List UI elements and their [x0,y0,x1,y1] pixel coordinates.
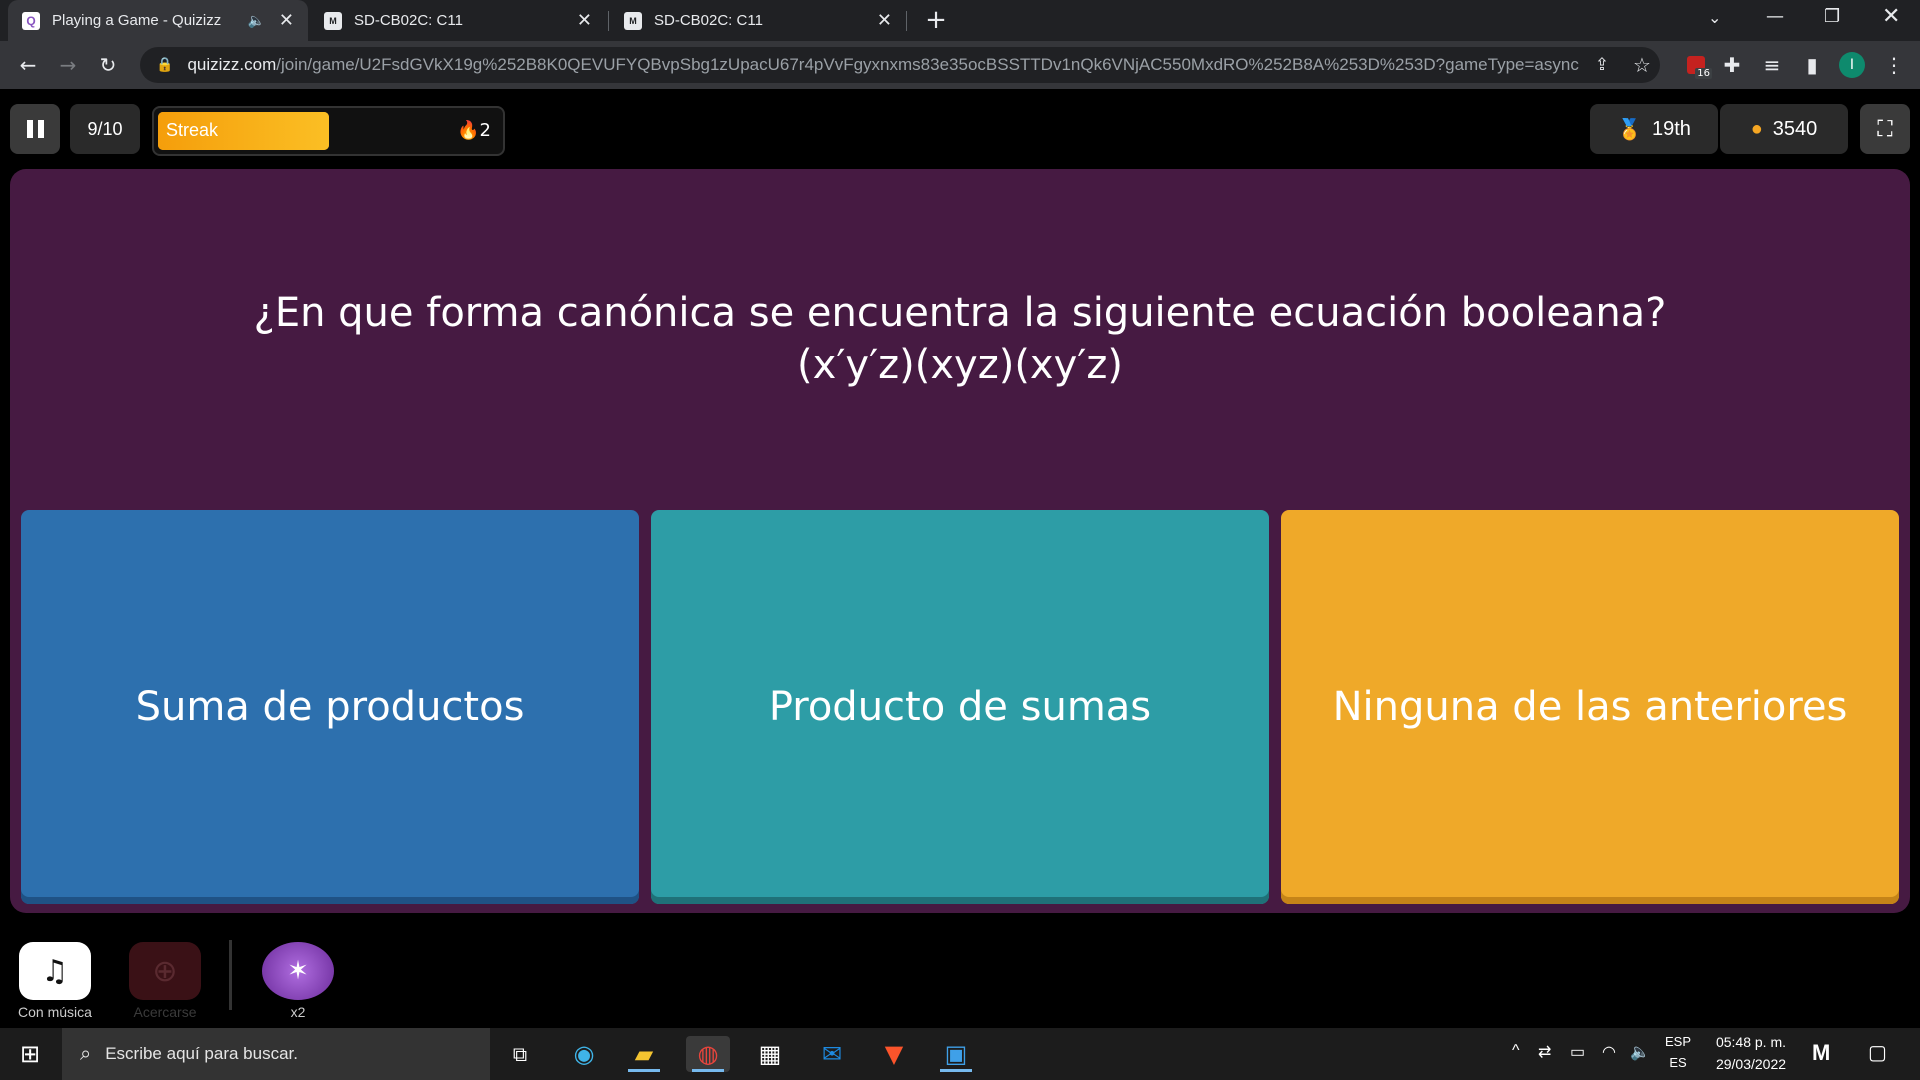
notifications-icon[interactable]: ▢ [1868,1040,1887,1065]
answer-option-3[interactable]: Ninguna de las anteriores [1281,510,1899,904]
clock-date: 29/03/2022 [1715,1056,1787,1072]
mail-icon[interactable]: ✉ [810,1036,854,1072]
search-icon: ⌕ [80,1042,92,1065]
tab-title: Playing a Game - Quizizz [52,12,222,29]
taskbar-search[interactable]: ⌕ Escribe aquí para buscar. [62,1028,490,1080]
music-button[interactable]: ♫ [19,942,91,1000]
quizizz-icon: Q [22,11,40,30]
question-text: ¿En que forma canónica se encuentra la s… [10,287,1910,391]
close-window-button[interactable]: ✕ [1882,4,1900,29]
tab-moodle-2[interactable]: M SD-CB02C: C11 ✕ [610,0,906,41]
flame-icon: 🔥 [457,120,480,141]
double-points-label: x2 [290,1004,306,1020]
answer-option-1[interactable]: Suma de productos [21,510,639,904]
file-explorer-icon[interactable]: ▰ [622,1036,666,1072]
streak-bar: Streak 🔥2 [152,106,505,156]
network-adapter-icon[interactable]: ⇄ [1538,1042,1551,1062]
moodle-icon: M [324,11,342,30]
bookmark-star-icon[interactable]: ☆ [1626,49,1658,81]
clock[interactable]: 05:48 p. m. 29/03/2022 [1706,1034,1796,1072]
streak-count: 🔥2 [457,120,491,141]
double-points-button[interactable]: ✶ [262,942,334,1000]
microsoft-store-icon[interactable]: ▦ [748,1036,792,1072]
option-label: Ninguna de las anteriores [1332,684,1848,730]
tab-moodle-1[interactable]: M SD-CB02C: C11 ✕ [310,0,606,41]
language-indicator[interactable]: ESP ES [1660,1034,1696,1070]
tab-quizizz[interactable]: Q Playing a Game - Quizizz 🔈 ✕ [8,0,308,41]
minimize-button[interactable]: — [1766,6,1784,27]
zoom-button[interactable]: ⊕ [129,942,201,1000]
extension-icon[interactable]: 16 [1680,49,1712,81]
forward-icon[interactable]: → [52,49,84,81]
edge-icon[interactable]: ◉ [562,1036,606,1072]
tab-separator [906,11,907,31]
reload-icon[interactable]: ↻ [92,49,124,81]
quiz-app: 9/10 Streak 🔥2 🏅 19th ● 3540 ⛶ ¿En que for… [0,89,1920,1028]
fullscreen-button[interactable]: ⛶ [1860,104,1910,154]
tab-search-icon[interactable]: ⌄ [1708,8,1721,27]
coin-icon: ● [1750,117,1763,140]
address-bar[interactable]: 🔒 quizizz.com/join/game/U2FsdGVkX19g%252… [140,47,1660,83]
windows-start-icon[interactable]: ⊞ [8,1036,52,1072]
lock-icon: 🔒 [156,57,174,73]
back-icon[interactable]: ← [12,49,44,81]
photos-icon[interactable]: ▣ [934,1036,978,1072]
tab-separator [608,11,609,31]
restore-button[interactable]: ❐ [1824,6,1840,27]
double-points-icon: ✶ [287,956,309,986]
close-tab-icon[interactable]: ✕ [877,10,892,31]
tab-title: SD-CB02C: C11 [654,12,763,29]
question-line-1: ¿En que forma canónica se encuentra la s… [253,290,1667,336]
option-label: Producto de sumas [768,684,1152,730]
avatar[interactable]: I [1836,49,1868,81]
music-note-icon: ♫ [41,953,69,989]
close-tab-icon[interactable]: ✕ [577,10,592,31]
clock-time: 05:48 p. m. [1715,1034,1787,1050]
wifi-icon[interactable]: ◠ [1602,1042,1616,1062]
music-label: Con música [18,1004,92,1020]
powerup-divider [229,940,232,1010]
tab-title: SD-CB02C: C11 [354,12,463,29]
speaker-icon[interactable]: 🔈 [247,12,264,29]
question-line-2: (x′y′z)(xyz)(xy′z) [797,342,1123,388]
question-progress: 9/10 [70,104,140,154]
pause-button[interactable] [10,104,60,154]
volume-icon[interactable]: 🔈 [1630,1042,1650,1062]
windows-taskbar: ⊞ ⌕ Escribe aquí para buscar. ⧉ ◉ ▰ ◍ ▦ … [0,1028,1920,1080]
extension-badge: 16 [1695,68,1712,79]
zoom-in-icon: ⊕ [152,953,178,989]
close-tab-icon[interactable]: ✕ [279,10,294,31]
battery-icon[interactable]: ▭ [1570,1042,1585,1062]
answer-option-2[interactable]: Producto de sumas [651,510,1269,904]
brave-icon[interactable]: ▼ [872,1036,916,1072]
zoom-label: Acercarse [133,1004,197,1020]
option-label: Suma de productos [135,684,525,730]
puzzle-icon[interactable]: ✚ [1716,49,1748,81]
media-icon[interactable]: ≡ [1756,49,1788,81]
side-panel-icon[interactable]: ▮ [1796,49,1828,81]
menu-icon[interactable]: ⋮ [1878,49,1910,81]
streak-label: Streak [166,120,219,140]
share-icon[interactable]: ⇪ [1586,49,1618,81]
meet-now-icon[interactable]: M [1812,1040,1830,1066]
task-view-icon[interactable]: ⧉ [498,1036,542,1072]
browser-toolbar: ← → ↻ 🔒 quizizz.com/join/game/U2FsdGVkX1… [0,41,1920,89]
show-hidden-icons[interactable]: ^ [1512,1042,1520,1060]
url-text: quizizz.com/join/game/U2FsdGVkX19g%252B8… [187,55,1579,74]
rank-badge: 🏅 19th [1590,104,1718,154]
new-tab-button[interactable]: + [922,6,950,34]
medal-icon: 🏅 [1617,118,1642,141]
chrome-icon[interactable]: ◍ [686,1036,730,1072]
moodle-icon: M [624,11,642,30]
coins-badge: ● 3540 [1720,104,1848,154]
browser-tab-strip: Q Playing a Game - Quizizz 🔈 ✕ M SD-CB02… [0,0,1920,41]
